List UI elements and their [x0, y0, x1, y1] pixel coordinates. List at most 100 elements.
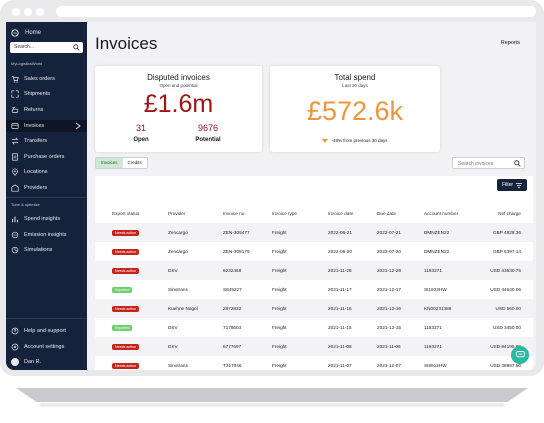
col-due-date[interactable]: Due date — [377, 210, 396, 218]
sidebar-item-label: Invoices — [24, 123, 45, 129]
cell-invoice-no: 6777697 — [223, 344, 242, 349]
disputed-invoices-card[interactable]: Disputed invoices Open and potential £1.… — [95, 66, 262, 152]
device-frame: Home Search... MyLogisticsWorld Sales or… — [0, 0, 544, 376]
table-row[interactable]: Needs action Kuehne Nagel 2872832 Freight 20… — [95, 299, 533, 318]
filter-icon — [516, 182, 523, 188]
sidebar-item-spend-insights[interactable]: Spend insights — [6, 213, 87, 225]
cell-provider: DSV — [168, 325, 178, 330]
location-icon — [12, 168, 18, 176]
total-spend-card[interactable]: Total spend Last 30 days £572.6k -48% fr… — [270, 66, 440, 152]
table-row[interactable]: Needs action Sinotrans T317046 Freight 2021-… — [95, 356, 533, 370]
cell-invoice-date: 2021-11-16 — [328, 306, 352, 311]
col-invoice-date[interactable]: Invoice date — [328, 210, 353, 218]
chat-button[interactable] — [511, 346, 529, 364]
cell-due-date: 2021-12-15 — [377, 325, 401, 330]
sidebar-item-sales-orders[interactable]: Sales orders — [6, 73, 87, 85]
cell-invoice-no: 6232468 — [223, 268, 242, 273]
table-row[interactable]: Exported Sinotrans S845227 Freight 2021-11-1… — [95, 280, 533, 299]
simulation-icon — [11, 246, 19, 254]
cell-invoice-type: Freight — [272, 287, 287, 292]
address-bar[interactable] — [56, 6, 536, 17]
spend-icon — [12, 216, 18, 223]
spend-delta-text: -48% from previous 30 days — [331, 138, 388, 143]
chevron-right-icon — [75, 122, 81, 130]
sidebar-item-transfers[interactable]: Transfers — [6, 135, 87, 147]
status-badge: Needs action — [112, 305, 139, 312]
sidebar-user[interactable]: Dan R. — [6, 356, 87, 368]
sidebar-item-locations[interactable]: Locations — [6, 166, 87, 178]
cell-invoice-date: 2021-11-07 — [328, 363, 352, 368]
home-link[interactable]: Home — [11, 27, 41, 39]
down-arrow-icon — [322, 138, 329, 143]
invoice-search-input[interactable]: Search invoices — [452, 157, 525, 169]
status-badge: Needs action — [112, 229, 139, 236]
cell-provider: Zencargo — [168, 249, 188, 254]
table-row[interactable]: Needs action Zencargo ZEN-309477 Freight 202… — [95, 223, 533, 242]
tab-credits[interactable]: Credits — [123, 158, 147, 168]
cell-invoice-type: Freight — [272, 268, 287, 273]
search-icon — [73, 44, 80, 51]
cell-provider: Sinotrans — [168, 363, 188, 368]
sidebar-item-account-settings[interactable]: Account settings — [6, 341, 87, 353]
col-export-status[interactable]: Export status — [112, 210, 139, 218]
chat-icon — [515, 351, 525, 358]
cell-export-status: Needs action — [112, 356, 139, 370]
sidebar-item-emission-insights[interactable]: Emission insights — [6, 229, 87, 241]
table-row[interactable]: Needs action DSV 6232468 Freight 2021-11-28 2… — [95, 261, 533, 280]
cell-export-status: Needs action — [112, 337, 139, 356]
sidebar-divider — [6, 197, 87, 198]
cell-invoice-type: Freight — [272, 249, 287, 254]
table-row[interactable]: Needs action Zencargo ZEN-308179 Freight 202… — [95, 242, 533, 261]
sidebar-item-providers[interactable]: Providers — [6, 182, 87, 194]
cell-export-status: Needs action — [112, 223, 139, 242]
status-badge: Needs action — [112, 343, 139, 350]
sidebar-item-purchase-orders[interactable]: Purchase orders — [6, 151, 87, 163]
col-account-number[interactable]: Account number — [424, 210, 458, 218]
col-net-charge[interactable]: Net charge — [498, 210, 521, 218]
user-name: Dan R. — [24, 359, 42, 365]
potential-label: Potential — [195, 137, 221, 143]
cell-invoice-date: 2022-06-21 — [328, 230, 352, 235]
col-invoice-no[interactable]: Invoice no. — [223, 210, 246, 218]
emission-icon — [11, 231, 19, 239]
card-subtitle: Open and potential — [159, 83, 198, 88]
browser-bar — [0, 0, 544, 24]
sidebar-item-simulations[interactable]: Simulations — [6, 244, 87, 256]
table-row[interactable]: Exported DSV 7178603 Freight 2021-11-15 2021-… — [95, 318, 533, 337]
sidebar-item-shipments[interactable]: Shipments — [6, 88, 87, 100]
spend-amount: £572.6k — [306, 96, 404, 126]
cell-export-status: Needs action — [112, 242, 139, 261]
col-provider[interactable]: Provider — [168, 210, 185, 218]
cell-invoice-date: 2022-06-20 — [328, 249, 352, 254]
cell-invoice-no: T317046 — [223, 363, 242, 368]
cell-export-status: Exported — [112, 318, 133, 337]
sidebar-search-input[interactable]: Search... — [10, 42, 83, 53]
cell-provider: Zencargo — [168, 230, 188, 235]
sidebar-item-label: Shipments — [24, 91, 50, 97]
cell-net-charge: USD 3450.00 — [492, 325, 521, 330]
invoice-icon — [11, 123, 19, 129]
cell-invoice-date: 2021-11-28 — [328, 268, 352, 273]
table-row[interactable]: Needs action DSV 6777697 Freight 2021-11-08 2… — [95, 337, 533, 356]
cell-account-number: SI8912HW — [424, 363, 447, 368]
filter-button[interactable]: Filter — [497, 179, 527, 191]
cell-due-date: 2021-12-16 — [377, 306, 401, 311]
sidebar-item-label: Help and support — [24, 328, 66, 334]
cell-export-status: Exported — [112, 280, 133, 299]
col-invoice-type[interactable]: Invoice type — [272, 210, 297, 218]
cell-due-date: 2022-07-21 — [377, 230, 401, 235]
sidebar-item-label: Returns — [24, 107, 44, 113]
avatar — [11, 358, 19, 366]
tab-invoices[interactable]: Invoices — [96, 158, 123, 168]
cell-invoice-type: Freight — [272, 230, 287, 235]
sidebar-item-returns[interactable]: Returns — [6, 104, 87, 116]
sidebar-item-invoices[interactable]: Invoices — [6, 120, 87, 132]
window-dot — [24, 8, 32, 16]
sidebar-item-help[interactable]: Help and support — [6, 325, 87, 337]
cell-due-date: 2021-12-28 — [377, 268, 401, 273]
cell-net-charge: GBP 5397.14 — [492, 249, 521, 254]
reports-link[interactable]: Reports — [501, 40, 520, 46]
card-title: Total spend — [334, 73, 376, 82]
cell-invoice-no: S845227 — [223, 287, 242, 292]
disputed-amount: £1.6m — [143, 90, 214, 118]
